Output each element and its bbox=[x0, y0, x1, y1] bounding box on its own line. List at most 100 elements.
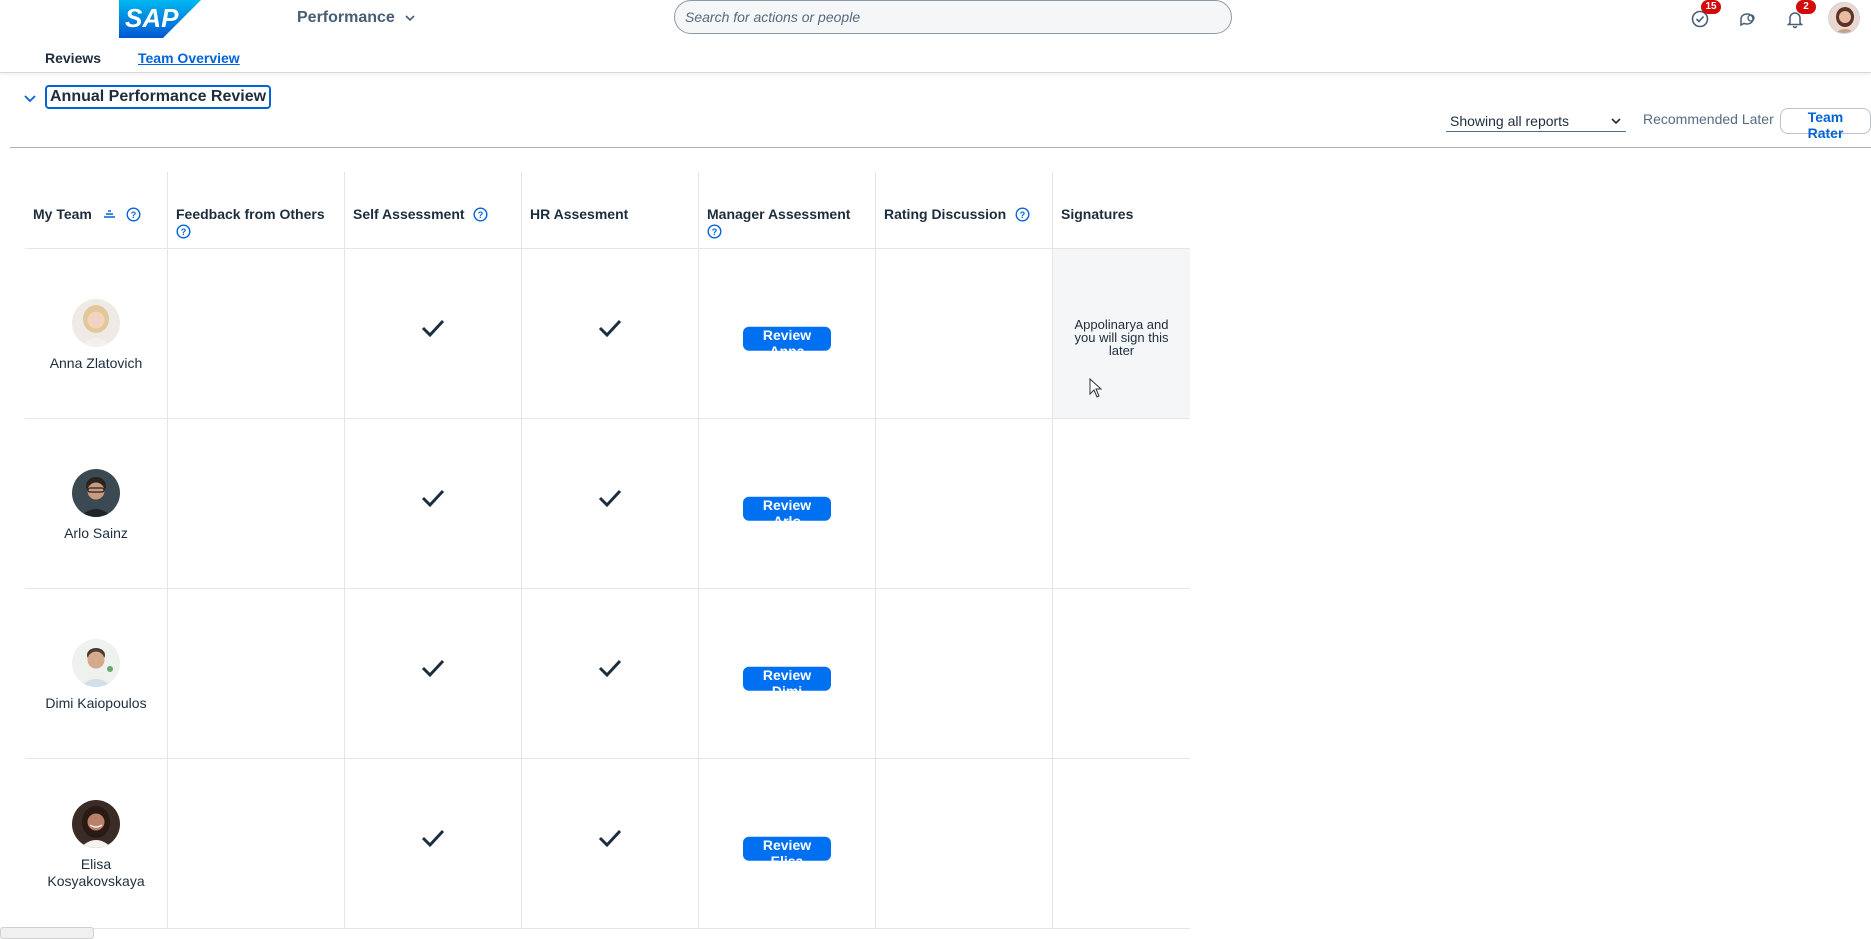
feedback-cell bbox=[168, 249, 345, 419]
checkmark-icon bbox=[421, 829, 445, 848]
team-member-cell[interactable]: Dimi Kaiopoulos bbox=[25, 589, 168, 759]
hr-assessment-cell bbox=[522, 419, 699, 589]
team-member-cell[interactable]: Arlo Sainz bbox=[25, 419, 168, 589]
svg-text:?: ? bbox=[712, 227, 718, 237]
column-title: Rating Discussion bbox=[884, 206, 1007, 222]
manager-assessment-cell: Review Arlo bbox=[699, 419, 876, 589]
signature-note: Appolinarya and you will sign this later bbox=[1074, 317, 1169, 358]
self-assessment-cell bbox=[345, 759, 522, 929]
column-header-self-assessment: Self Assessment ? bbox=[345, 172, 522, 248]
team-member-name: Anna Zlatovich bbox=[49, 355, 143, 371]
tab-team-overview[interactable]: Team Overview bbox=[138, 50, 240, 66]
rating-discussion-cell bbox=[876, 419, 1053, 589]
mouse-pointer-icon bbox=[1089, 378, 1103, 398]
column-header-hr-assessment: HR Assesment bbox=[522, 172, 699, 248]
notifications-badge: 2 bbox=[1796, 0, 1816, 14]
column-title: HR Assesment bbox=[530, 206, 629, 222]
checkmark-icon bbox=[421, 319, 445, 338]
table-row: Anna Zlatovich Review Anna Appolinarya a… bbox=[25, 248, 1190, 419]
sap-logo[interactable]: SAP bbox=[119, 0, 201, 38]
team-rater-button[interactable]: Team Rater bbox=[1780, 108, 1871, 141]
rating-discussion-cell bbox=[876, 249, 1053, 419]
section-title[interactable]: Annual Performance Review bbox=[45, 85, 272, 109]
svg-text:?: ? bbox=[130, 210, 136, 220]
manager-assessment-cell: Review Anna bbox=[699, 249, 876, 419]
svg-text:?: ? bbox=[478, 210, 484, 220]
team-member-cell[interactable]: Anna Zlatovich bbox=[25, 249, 168, 419]
user-photo bbox=[1829, 3, 1859, 33]
table-row: Arlo Sainz Review Arlo bbox=[25, 418, 1190, 589]
hr-assessment-cell bbox=[522, 759, 699, 929]
manager-assessment-cell: Review Elisa bbox=[699, 759, 876, 929]
team-member-name: Elisa Kosyakovskaya bbox=[47, 856, 145, 889]
column-header-feedback: Feedback from Others ? bbox=[168, 172, 345, 248]
help-icon[interactable]: ? bbox=[473, 207, 488, 222]
team-member-cell[interactable]: Elisa Kosyakovskaya bbox=[25, 759, 168, 929]
column-header-manager-assessment: Manager Assessment ? bbox=[699, 172, 876, 248]
tab-bar: Reviews Team Overview bbox=[0, 38, 1871, 73]
self-assessment-cell bbox=[345, 589, 522, 759]
column-title: Self Assessment bbox=[353, 206, 465, 222]
checkmark-icon bbox=[598, 319, 622, 338]
svg-text:?: ? bbox=[181, 227, 187, 237]
status-tab bbox=[0, 927, 94, 939]
signatures-cell: Appolinarya and you will sign this later bbox=[1053, 249, 1190, 419]
shell-bar: SAP Performance 15 2 bbox=[0, 0, 1871, 38]
review-elisa-button[interactable]: Review Elisa bbox=[743, 836, 831, 869]
tasks-badge: 15 bbox=[1701, 0, 1721, 14]
column-header-signatures: Signatures bbox=[1053, 172, 1190, 248]
help-icon[interactable]: ? bbox=[126, 207, 141, 222]
column-title: Feedback from Others bbox=[176, 206, 325, 222]
review-anna-button[interactable]: Review Anna bbox=[743, 326, 831, 359]
assistant-button[interactable] bbox=[1733, 6, 1763, 32]
rating-discussion-cell bbox=[876, 589, 1053, 759]
collapse-chevron-icon[interactable] bbox=[22, 90, 38, 106]
checkmark-icon bbox=[421, 659, 445, 678]
notifications-button[interactable]: 2 bbox=[1780, 0, 1816, 32]
reports-filter-value: Showing all reports bbox=[1450, 112, 1570, 129]
section-divider bbox=[10, 147, 1871, 148]
app-title-menu[interactable]: Performance bbox=[297, 9, 417, 27]
user-avatar[interactable] bbox=[1828, 2, 1860, 34]
sort-icon[interactable] bbox=[102, 207, 117, 222]
feedback-cell bbox=[168, 589, 345, 759]
review-dimi-button[interactable]: Review Dimi bbox=[743, 666, 831, 699]
avatar bbox=[72, 639, 120, 687]
avatar bbox=[72, 800, 120, 848]
review-arlo-button[interactable]: Review Arlo bbox=[743, 496, 831, 529]
table-bottom-border bbox=[25, 928, 1190, 929]
logo-text: SAP bbox=[125, 3, 179, 33]
checkmark-icon bbox=[598, 659, 622, 678]
tasks-button[interactable]: 15 bbox=[1685, 0, 1721, 32]
signatures-cell bbox=[1053, 759, 1190, 929]
column-title: My Team bbox=[33, 206, 92, 222]
hr-assessment-cell bbox=[522, 589, 699, 759]
team-member-name: Dimi Kaiopoulos bbox=[45, 695, 147, 711]
self-assessment-cell bbox=[345, 249, 522, 419]
help-icon[interactable]: ? bbox=[707, 224, 722, 239]
tab-reviews[interactable]: Reviews bbox=[45, 50, 101, 66]
column-title: Manager Assessment bbox=[707, 206, 851, 222]
chat-bubbles-icon bbox=[1740, 13, 1755, 27]
help-icon[interactable]: ? bbox=[1015, 207, 1030, 222]
team-member-name: Arlo Sainz bbox=[64, 525, 128, 541]
checkmark-icon bbox=[598, 829, 622, 848]
checkmark-icon bbox=[598, 489, 622, 508]
search-input[interactable] bbox=[674, 0, 1232, 34]
svg-text:?: ? bbox=[1020, 210, 1026, 220]
checkmark-icon bbox=[421, 489, 445, 508]
recommended-later-link[interactable]: Recommended Later bbox=[1643, 111, 1774, 127]
table-row: Elisa Kosyakovskaya Review Elisa bbox=[25, 758, 1190, 929]
app-title: Performance bbox=[297, 9, 395, 26]
column-title: Signatures bbox=[1061, 206, 1134, 222]
reports-filter-select[interactable]: Showing all reports bbox=[1446, 110, 1626, 132]
chevron-down-icon bbox=[405, 15, 415, 22]
avatar bbox=[72, 299, 120, 347]
table-row: Dimi Kaiopoulos Review Dimi bbox=[25, 588, 1190, 759]
hr-assessment-cell bbox=[522, 249, 699, 419]
avatar bbox=[72, 469, 120, 517]
feedback-cell bbox=[168, 419, 345, 589]
help-icon[interactable]: ? bbox=[176, 224, 191, 239]
chevron-down-icon bbox=[1611, 117, 1621, 124]
column-header-rating-discussion: Rating Discussion ? bbox=[876, 172, 1053, 248]
